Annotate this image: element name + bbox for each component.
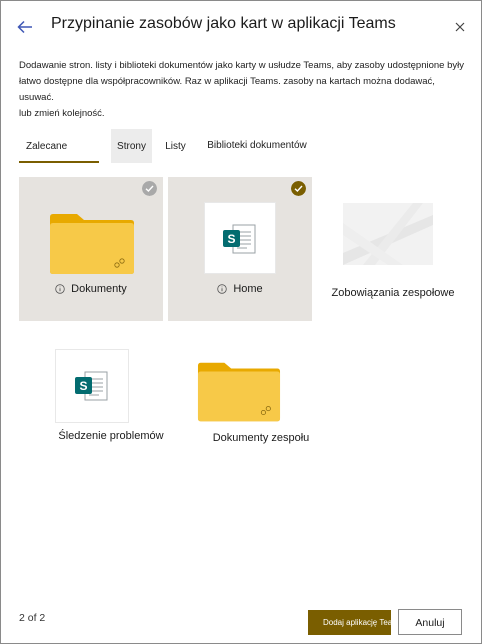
close-icon[interactable]	[452, 19, 468, 35]
tile-label: Home	[168, 283, 312, 295]
tile-label-text: Home	[233, 283, 263, 295]
info-icon	[55, 284, 65, 294]
description-line: Dodawanie stron. listy i biblioteki doku…	[19, 60, 464, 71]
tile-team-documents[interactable]: Dokumenty zespołu	[187, 351, 331, 451]
page-preview-card: S	[204, 202, 276, 274]
cancel-button[interactable]: Anuluj	[398, 609, 462, 635]
description-line: łatwo dostępne dla współpracowników. Raz…	[19, 76, 435, 103]
add-to-teams-button[interactable]: Dodaj aplikację Teams	[308, 610, 391, 635]
list-preview-card: S	[55, 349, 129, 423]
tile-dokumenty[interactable]: Dokumenty	[19, 177, 163, 321]
tab-lists[interactable]: Listy	[159, 129, 192, 163]
sharepoint-page-icon: S	[223, 224, 256, 254]
description-line: lub zmień kolejność.	[19, 108, 105, 119]
sharepoint-list-icon: S	[75, 371, 108, 401]
tab-pages[interactable]: Strony	[111, 129, 152, 163]
checked-circle-icon[interactable]	[291, 181, 306, 196]
page-thumbnail	[343, 203, 433, 265]
tile-label-text: Dokumenty zespołu	[212, 432, 310, 444]
page-indicator: 2 of 2	[19, 612, 46, 624]
back-arrow-icon[interactable]	[14, 16, 36, 38]
tab-document-libraries[interactable]: Biblioteki dokumentów	[201, 129, 313, 163]
dialog-description: Dodawanie stron. listy i biblioteki doku…	[19, 58, 471, 122]
folder-icon	[50, 214, 134, 274]
dialog-title: Przypinanie zasobów jako kart w aplikacj…	[51, 15, 396, 32]
pin-tabs-dialog: Przypinanie zasobów jako kart w aplikacj…	[0, 0, 482, 644]
folder-icon	[197, 362, 281, 422]
tile-label: Dokumenty	[19, 283, 163, 295]
tile-team-commitments[interactable]: Zobowiązania zespołowe	[319, 177, 467, 321]
tile-home[interactable]: S Home	[168, 177, 312, 321]
svg-text:S: S	[227, 232, 235, 246]
tile-label-text: Zobowiązania zespołowe	[331, 287, 455, 299]
tab-recommended[interactable]: Zalecane	[19, 129, 99, 163]
info-icon	[217, 284, 228, 294]
unchecked-circle-icon[interactable]	[142, 181, 157, 196]
tile-label-text: Dokumenty	[71, 283, 127, 295]
svg-text:S: S	[79, 379, 87, 393]
